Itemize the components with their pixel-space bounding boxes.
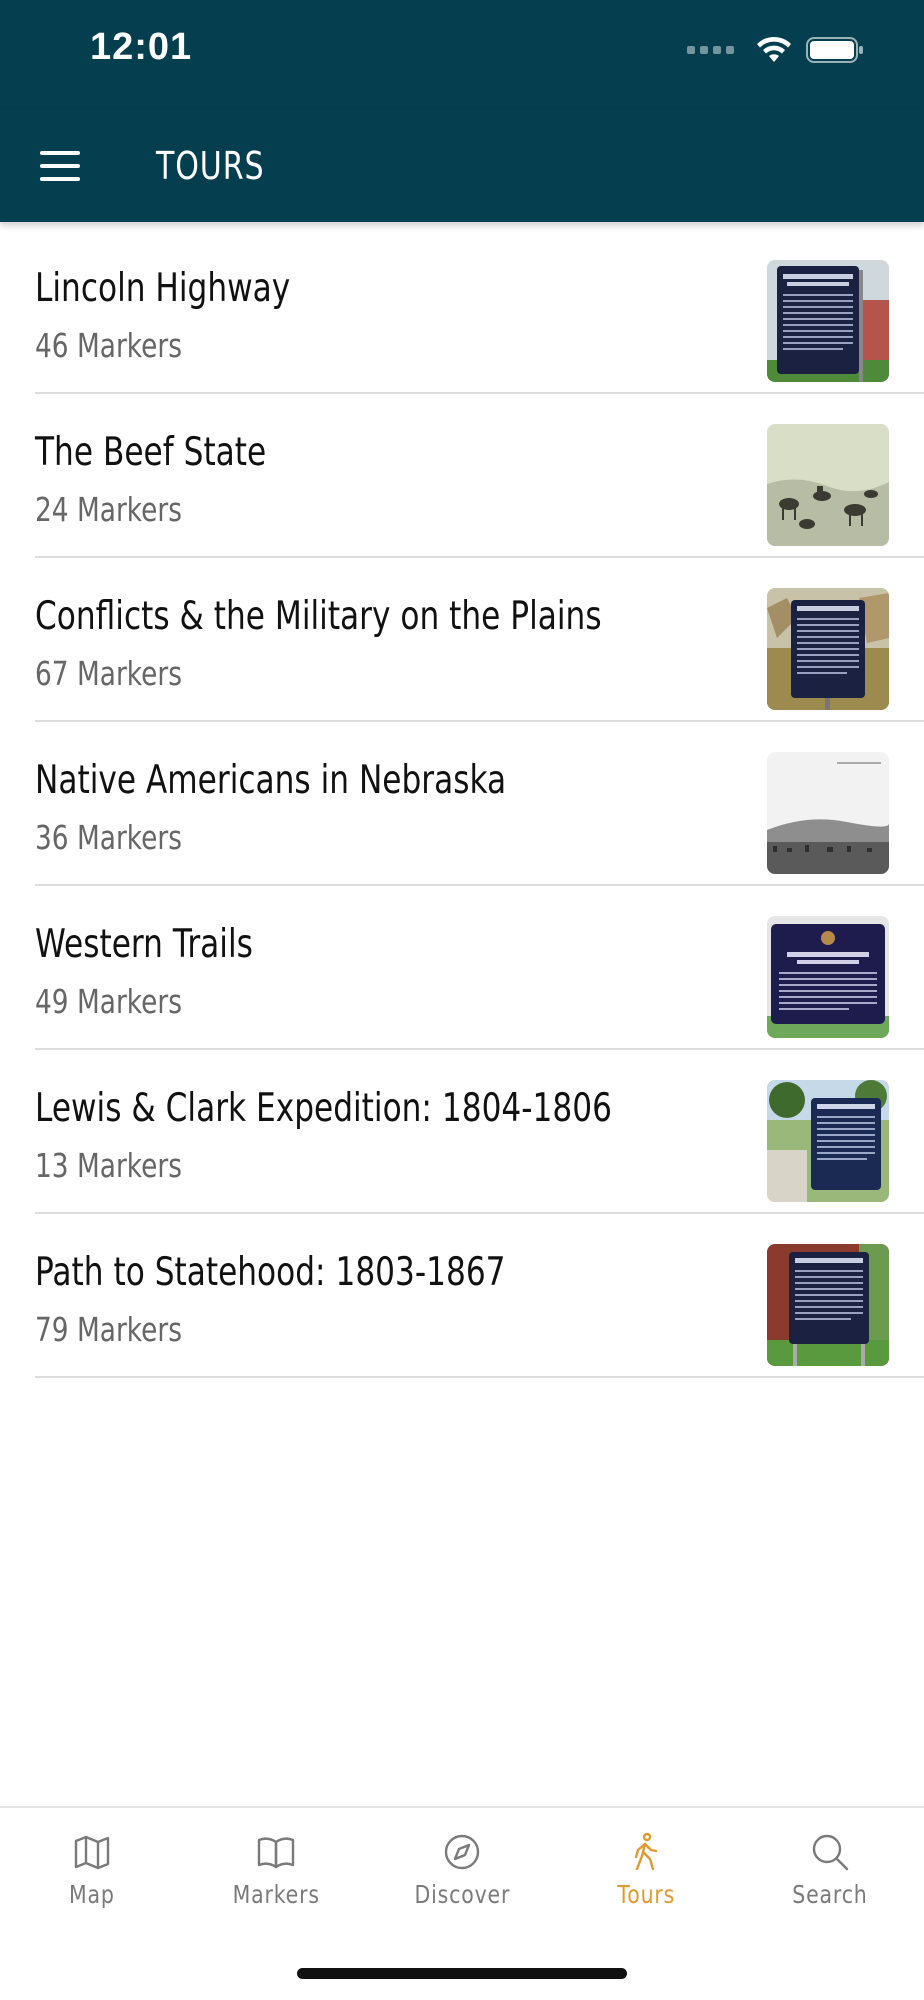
tour-list-item[interactable]: Native Americans in Nebraska 36 Markers (35, 722, 924, 886)
tour-marker-count: 46 Markers (35, 326, 182, 365)
search-icon (812, 1834, 849, 1871)
tour-thumbnail (767, 260, 889, 382)
compass-icon (444, 1834, 480, 1870)
tour-name: Lincoln Highway (35, 266, 291, 311)
tab-label: Markers (232, 1880, 320, 1909)
tour-marker-count: 13 Markers (35, 1146, 182, 1185)
tour-list-item[interactable]: The Beef State 24 Markers (35, 394, 924, 558)
walking-person-icon (634, 1832, 658, 1871)
tour-thumbnail (767, 588, 889, 710)
tour-thumbnail (767, 752, 889, 874)
tab-label: Map (69, 1880, 115, 1909)
tab-label: Tours (617, 1880, 675, 1909)
tour-list-item[interactable]: Conflicts & the Military on the Plains 6… (35, 558, 924, 722)
tour-name: The Beef State (35, 430, 267, 475)
tour-thumbnail (767, 916, 889, 1038)
tour-thumbnail (767, 1244, 889, 1366)
status-bar: 12:01 (0, 0, 924, 110)
tour-list-item[interactable]: Western Trails 49 Markers (35, 886, 924, 1050)
status-icons (687, 36, 864, 64)
book-icon (257, 1837, 295, 1869)
tour-name: Conflicts & the Military on the Plains (35, 594, 602, 639)
tour-marker-count: 67 Markers (35, 654, 182, 693)
tab-label: Search (792, 1880, 868, 1909)
tour-list-item[interactable]: Lewis & Clark Expedition: 1804-1806 13 M… (35, 1050, 924, 1214)
cellular-signal-icon (687, 46, 734, 54)
map-icon (74, 1835, 110, 1870)
tour-name: Lewis & Clark Expedition: 1804-1806 (35, 1086, 612, 1131)
tour-list-item[interactable]: Path to Statehood: 1803-1867 79 Markers (35, 1214, 924, 1378)
tour-name: Western Trails (35, 922, 253, 967)
tour-name: Native Americans in Nebraska (35, 758, 507, 803)
tour-name: Path to Statehood: 1803-1867 (35, 1250, 506, 1295)
tour-marker-count: 24 Markers (35, 490, 182, 529)
tab-label: Discover (414, 1880, 510, 1909)
page-title: TOURS (156, 144, 265, 188)
battery-icon (806, 37, 863, 63)
tour-list: Lincoln Highway 46 Markers The Beef Stat… (0, 230, 924, 1378)
tab-discover[interactable]: Discover (387, 1832, 537, 1932)
tour-thumbnail (767, 1080, 889, 1202)
hamburger-menu-icon[interactable] (30, 138, 92, 194)
tour-marker-count: 36 Markers (35, 818, 182, 857)
tour-marker-count: 49 Markers (35, 982, 182, 1021)
status-time: 12:01 (90, 26, 193, 68)
wifi-icon (757, 36, 791, 62)
tab-map[interactable]: Map (17, 1832, 167, 1932)
app-header: TOURS (0, 110, 924, 222)
tour-thumbnail (767, 424, 889, 546)
tab-markers[interactable]: Markers (201, 1832, 351, 1932)
tab-search[interactable]: Search (755, 1832, 905, 1932)
tour-marker-count: 79 Markers (35, 1310, 182, 1349)
tour-list-item[interactable]: Lincoln Highway 46 Markers (35, 230, 924, 394)
home-indicator (297, 1968, 627, 1979)
tab-tours[interactable]: Tours (571, 1832, 721, 1932)
